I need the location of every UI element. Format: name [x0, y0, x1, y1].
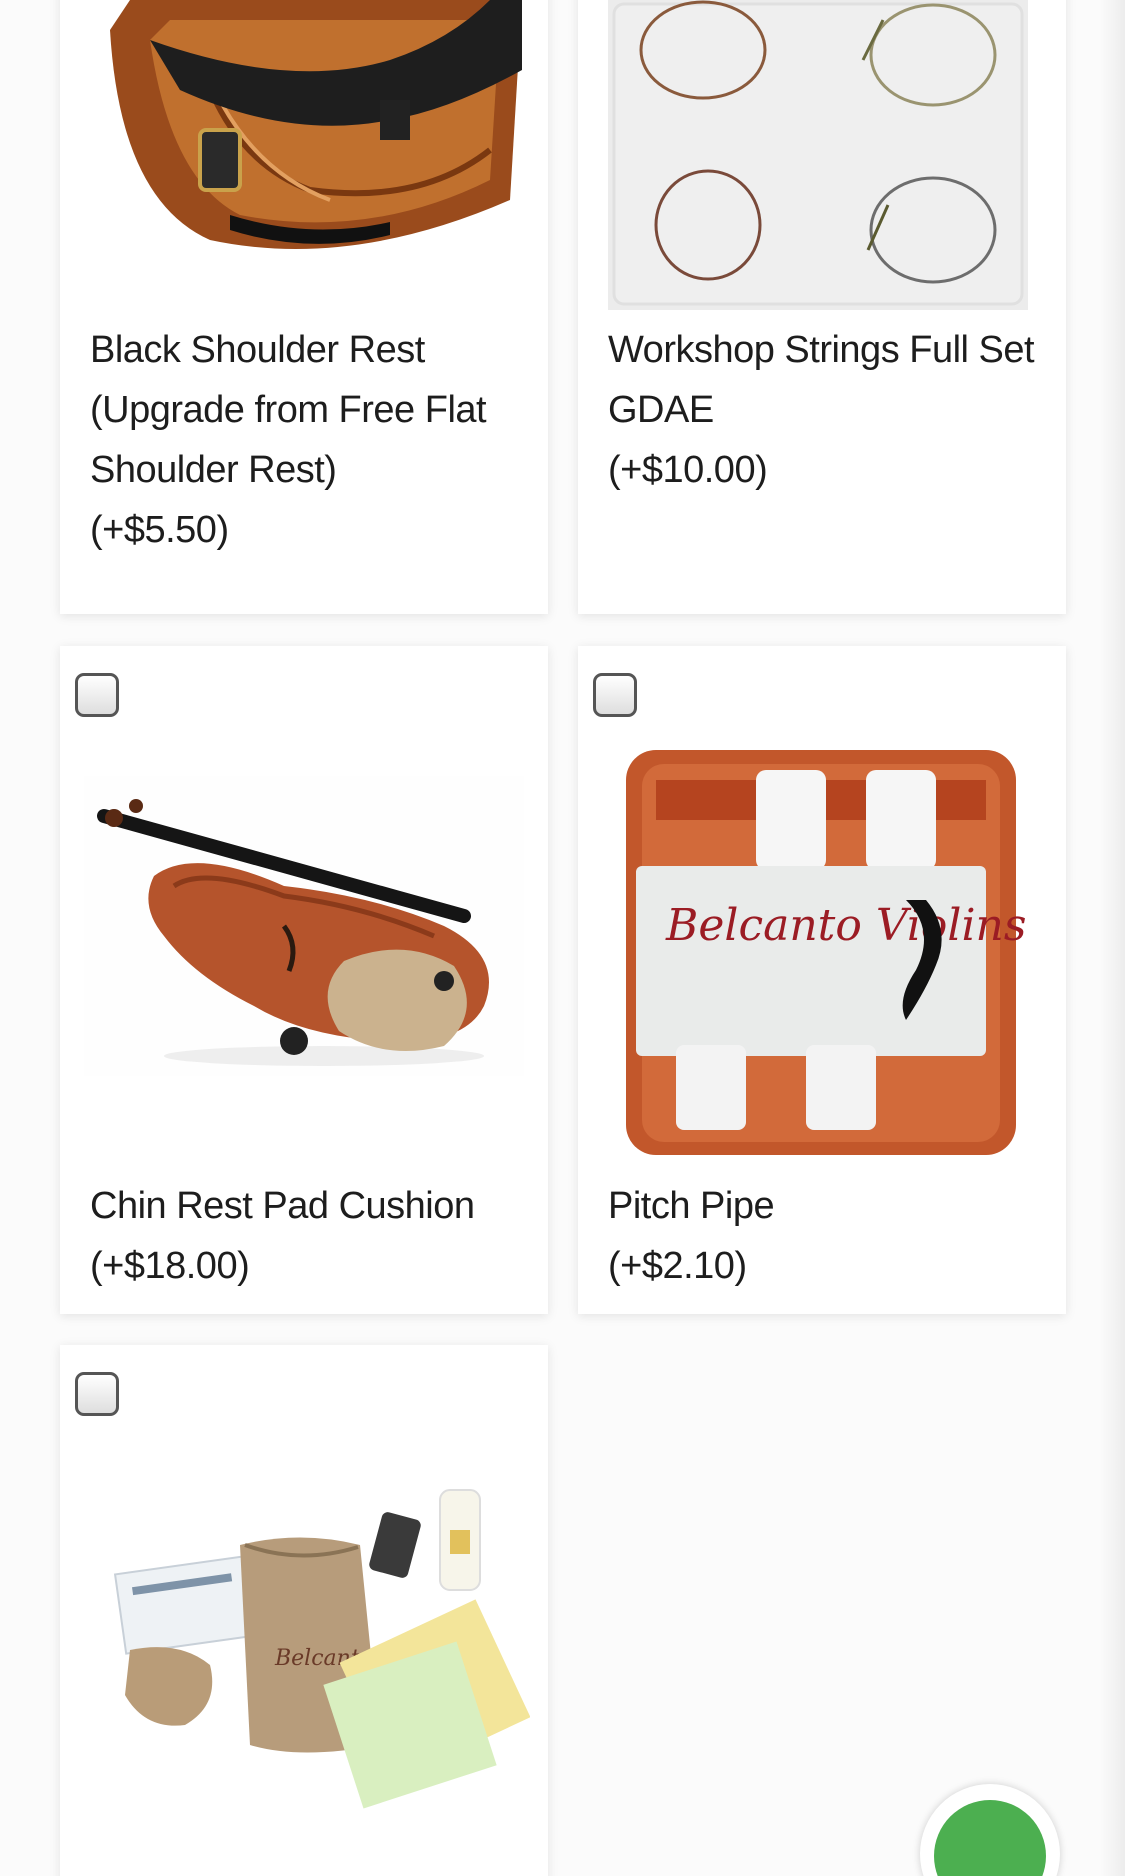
strings-image — [608, 0, 1028, 310]
product-card-accessory-kit[interactable]: Belcanto — [60, 1345, 548, 1876]
chinrest-pad-image — [84, 776, 524, 1076]
product-checkbox[interactable] — [75, 673, 119, 717]
product-name: Black Shoulder Rest (Upgrade from Free F… — [90, 329, 487, 491]
product-name: Workshop Strings Full Set GDAE — [608, 329, 1035, 431]
product-addon-grid: Black Shoulder Rest (Upgrade from Free F… — [0, 0, 1125, 1876]
product-price: (+$10.00) — [608, 449, 768, 491]
accessory-kit-image: Belcanto — [90, 1475, 530, 1815]
shoulder-rest-image — [90, 0, 522, 270]
product-card-pitch-pipe[interactable]: Belcanto Violins Pitch Pipe (+$2.10) — [578, 646, 1066, 1314]
edge-shadow — [1100, 0, 1125, 1876]
product-price: (+$18.00) — [90, 1245, 250, 1287]
product-card-chinrest-pad[interactable]: Chin Rest Pad Cushion (+$18.00) — [60, 646, 548, 1314]
pitch-pipe-image: Belcanto Violins — [606, 740, 1036, 1160]
product-name: Chin Rest Pad Cushion — [90, 1185, 475, 1227]
product-name: Pitch Pipe — [608, 1185, 775, 1227]
product-price: (+$5.50) — [90, 509, 229, 551]
product-card-strings[interactable]: Workshop Strings Full Set GDAE (+$10.00) — [578, 0, 1066, 614]
pitch-pipe-brand-text: Belcanto Violins — [665, 900, 1026, 951]
product-card-shoulder-rest[interactable]: Black Shoulder Rest (Upgrade from Free F… — [60, 0, 548, 614]
product-price: (+$2.10) — [608, 1245, 747, 1287]
product-checkbox[interactable] — [75, 1372, 119, 1416]
product-checkbox[interactable] — [593, 673, 637, 717]
